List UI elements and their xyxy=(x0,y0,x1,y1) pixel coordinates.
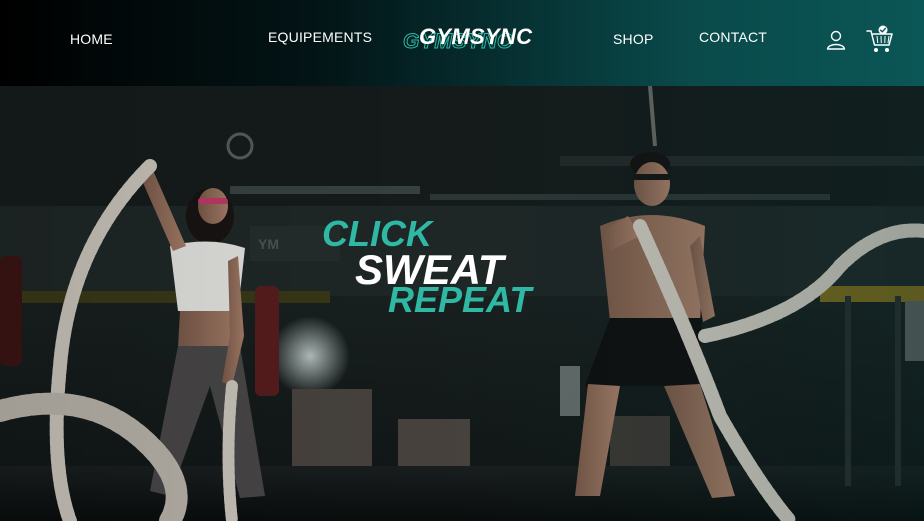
hero-section: YM xyxy=(0,86,924,521)
nav-shop-link[interactable]: SHOP xyxy=(613,31,653,47)
cart-icon[interactable] xyxy=(866,25,894,55)
nav-home-link[interactable]: HOME xyxy=(70,31,113,47)
nav-contact-link[interactable]: CONTACT xyxy=(699,29,767,45)
hero-slogan-repeat: REPEAT xyxy=(388,279,532,320)
logo[interactable]: GYMSYNC GYMSYNC xyxy=(403,22,553,58)
navbar: HOME EQUIPEMENTS GYMSYNC GYMSYNC SHOP CO… xyxy=(0,0,924,86)
nav-equipements-link[interactable]: EQUIPEMENTS xyxy=(268,29,372,45)
user-icon[interactable] xyxy=(825,29,847,51)
logo-text: GYMSYNC xyxy=(419,24,533,49)
